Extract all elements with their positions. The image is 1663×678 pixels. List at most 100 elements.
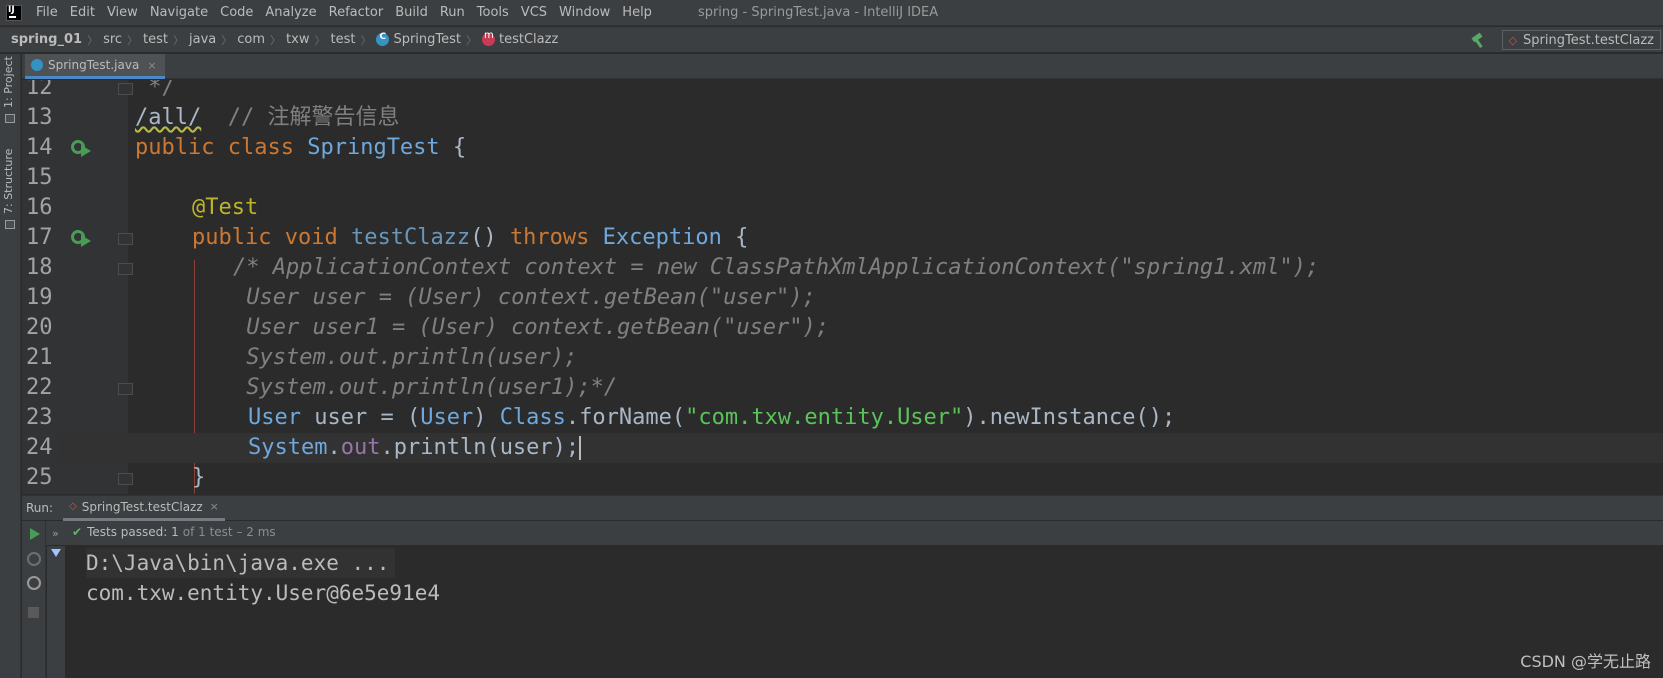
window-title: spring - SpringTest.java - IntelliJ IDEA (697, 5, 939, 20)
tab-springtest-java[interactable]: SpringTest.java × (25, 54, 165, 79)
code-text: public void testClazz() throws Exception… (192, 223, 748, 253)
code-text: User user = (User) Class.forName("com.tx… (248, 403, 1175, 433)
code-string: "com.txw.entity.User" (685, 405, 964, 430)
run-test-icon[interactable] (71, 230, 93, 250)
menu-refactor[interactable]: Refactor (323, 5, 390, 20)
play-icon[interactable] (27, 527, 41, 541)
code-keyword: public (192, 225, 272, 250)
run-test-icon[interactable] (71, 140, 93, 160)
stop-icon[interactable] (28, 607, 39, 618)
close-icon[interactable]: × (210, 500, 219, 513)
editor-tab-bar: SpringTest.java × (22, 54, 1663, 79)
code-class-name: User (248, 405, 301, 430)
code-line: 23 User user = (User) Class.forName("com… (22, 403, 1663, 433)
line-number: 17 (26, 225, 53, 250)
code-keyword: throws (509, 225, 590, 250)
fold-marker-icon[interactable] (118, 473, 133, 485)
breadcrumb-class[interactable]: SpringTest (372, 32, 465, 47)
menu-run[interactable]: Run (434, 5, 471, 20)
line-number: 22 (26, 375, 53, 400)
menu-help[interactable]: Help (616, 5, 658, 20)
line-number: 24 (22, 433, 58, 463)
watermark: CSDN @学无止路 (1520, 652, 1651, 671)
left-tool-strip: 1: Project 7: Structure (0, 54, 21, 678)
breadcrumb-method-label: testClazz (499, 32, 559, 47)
fold-marker-icon[interactable] (118, 383, 133, 395)
breadcrumb-test[interactable]: test (139, 32, 172, 47)
tests-status: ✔ Tests passed: 1 of 1 test – 2 ms (72, 525, 276, 539)
code-token: /all/ (135, 105, 202, 130)
breadcrumb-separator: 〉 (127, 33, 139, 47)
line-number: 12 (26, 80, 53, 100)
breadcrumb-project[interactable]: spring_01 (0, 32, 86, 47)
menu-window[interactable]: Window (553, 5, 616, 20)
menu-navigate[interactable]: Navigate (144, 5, 214, 20)
console-output[interactable]: D:\Java\bin\java.exe ... com.txw.entity.… (66, 546, 1663, 678)
breadcrumb-separator: 〉 (87, 33, 99, 47)
menu-code[interactable]: Code (214, 5, 259, 20)
code-class-name: System (248, 435, 328, 460)
run-configuration-select[interactable]: ◇ SpringTest.testClazz (1501, 30, 1661, 50)
code-class-name: Exception (602, 225, 722, 250)
hammer-icon[interactable] (1470, 32, 1486, 48)
tab-structure[interactable]: 7: Structure (2, 149, 15, 214)
junit-config-icon: ◇ (69, 501, 77, 512)
code-text: */ (135, 80, 175, 100)
rerun-failed-icon[interactable] (27, 552, 41, 566)
fold-marker-icon[interactable] (118, 233, 133, 245)
code-line: 15 (22, 163, 1663, 193)
breadcrumb-txw[interactable]: txw (282, 32, 313, 47)
breadcrumb: spring_01 〉 src 〉 test 〉 java 〉 com 〉 tx… (0, 27, 1663, 53)
menu-view[interactable]: View (101, 5, 144, 20)
menu-tools[interactable]: Tools (471, 5, 515, 20)
line-number: 14 (26, 135, 53, 160)
junit-config-icon: ◇ (1508, 33, 1518, 47)
code-line: 19 User user = (User) context.getBean("u… (22, 283, 1663, 313)
console-line: D:\Java\bin\java.exe ... (86, 548, 396, 578)
menu-analyze[interactable]: Analyze (259, 5, 322, 20)
breadcrumb-separator: 〉 (360, 33, 372, 47)
chevron-down-icon[interactable] (51, 549, 61, 557)
breadcrumb-test-pkg[interactable]: test (326, 32, 359, 47)
run-tab-springtest[interactable]: ◇ SpringTest.testClazz × (63, 496, 225, 521)
code-line: 14 public class SpringTest { (22, 133, 1663, 163)
code-text: System.out.println(user); (248, 433, 582, 463)
text-caret (579, 436, 582, 460)
code-line: 25 } (22, 463, 1663, 493)
tab-project[interactable]: 1: Project (2, 56, 15, 108)
toggle-auto-test-icon[interactable] (27, 576, 41, 590)
code-editor[interactable]: 12 */ 13 /all/ // 注解警告信息 14 public class… (22, 80, 1663, 494)
breadcrumb-com[interactable]: com (233, 32, 269, 47)
line-number: 19 (26, 285, 53, 310)
expand-icon[interactable]: » (52, 527, 59, 540)
menu-file[interactable]: File (30, 5, 64, 20)
fold-marker-icon[interactable] (118, 263, 133, 275)
code-line: 16 @Test (22, 193, 1663, 223)
menu-build[interactable]: Build (389, 5, 434, 20)
code-token: . (327, 435, 341, 460)
breadcrumb-src[interactable]: src (99, 32, 126, 47)
code-class-name: User (420, 405, 474, 430)
tests-passed-count: 1 (171, 525, 179, 539)
line-number: 21 (26, 345, 53, 370)
code-line: 18 /* ApplicationContext context = new C… (22, 253, 1663, 283)
line-number: 15 (26, 165, 53, 190)
menu-edit[interactable]: Edit (64, 5, 101, 20)
code-token: .forName( (565, 405, 686, 430)
line-number: 25 (26, 465, 53, 490)
code-keyword: class (227, 135, 294, 160)
breadcrumb-method[interactable]: testClazz (478, 30, 562, 47)
tests-passed-label: Tests passed: (87, 525, 168, 539)
code-comment: System.out.println(user); (233, 345, 578, 370)
tests-passed-detail: of 1 test – 2 ms (182, 525, 276, 539)
run-panel-header: Run: ◇ SpringTest.testClazz × (22, 495, 1663, 521)
menu-vcs[interactable]: VCS (515, 5, 553, 20)
code-comment: /* ApplicationContext context = new Clas… (233, 255, 1320, 280)
code-comment: User user1 = (User) context.getBean("use… (233, 315, 830, 340)
check-icon: ✔ (72, 525, 83, 539)
structure-icon (5, 220, 15, 229)
close-icon[interactable]: × (147, 59, 156, 72)
run-tab-label: SpringTest.testClazz (81, 499, 203, 514)
breadcrumb-java[interactable]: java (185, 32, 220, 47)
fold-marker-icon[interactable] (118, 83, 133, 95)
